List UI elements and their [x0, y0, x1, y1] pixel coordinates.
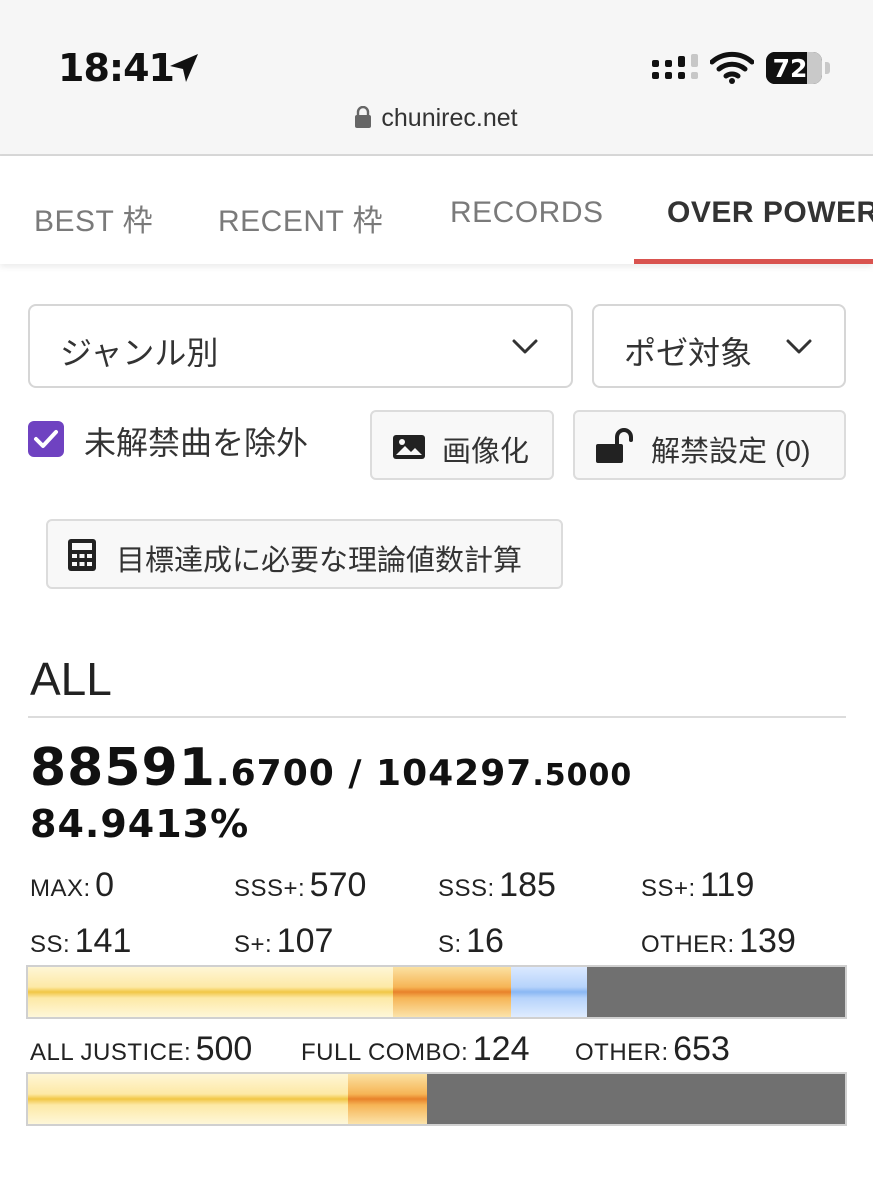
score-percent: 84.9413% — [30, 802, 250, 846]
status-time: 18:41 — [58, 46, 175, 90]
tab-over-power[interactable]: OVER POWER — [667, 196, 873, 230]
score-separator: / — [334, 753, 377, 794]
active-tab-indicator — [634, 259, 873, 264]
rank-count-s: S: 16 — [438, 922, 504, 960]
url-text: chunirec.net — [381, 104, 518, 132]
rank-count-s-plus: S+: 107 — [234, 922, 334, 960]
tab-records[interactable]: RECORDS — [450, 196, 604, 230]
theory-calc-label: 目標達成に必要な理論値数計算 — [116, 545, 523, 577]
export-image-button[interactable]: 画像化 — [370, 410, 554, 480]
target-select-value: ポゼ対象 — [624, 335, 753, 371]
rank-distribution-bar — [26, 965, 847, 1019]
combo-count-full-combo: FULL COMBO: 124 — [301, 1030, 530, 1068]
theory-calc-button[interactable]: 目標達成に必要な理論値数計算 — [46, 519, 563, 589]
unlock-settings-label: 解禁設定 (0) — [651, 436, 811, 468]
tab-best[interactable]: BEST 枠 — [34, 196, 153, 240]
rank-count-sss: SSS: 185 — [438, 866, 556, 904]
combo-bar-other — [427, 1074, 845, 1124]
chevron-down-icon — [786, 339, 812, 354]
combo-count-all-justice: ALL JUSTICE: 500 — [30, 1030, 253, 1068]
exclude-locked-label[interactable]: 未解禁曲を除外 — [84, 418, 308, 464]
combo-bar-all-justice — [28, 1074, 348, 1124]
location-arrow-icon — [170, 54, 198, 82]
export-image-label: 画像化 — [442, 436, 530, 468]
unlock-icon — [596, 428, 633, 463]
cellular-signal-icon — [652, 54, 698, 79]
rank-bar-s — [745, 967, 757, 1017]
rank-count-ss-plus: SS+: 119 — [641, 866, 755, 904]
genre-select[interactable]: ジャンル別 — [28, 304, 573, 388]
rank-bar-other — [756, 967, 845, 1017]
image-icon — [393, 435, 425, 459]
rank-count-sss-plus: SSS+: 570 — [234, 866, 367, 904]
divider — [28, 716, 846, 718]
section-title: ALL — [30, 653, 112, 705]
rank-bar-s-plus — [677, 967, 746, 1017]
rank-bar-sss-plus — [28, 967, 393, 1017]
combo-distribution-bar — [26, 1072, 847, 1126]
combo-count-other: OTHER: 653 — [575, 1030, 730, 1068]
tab-recent[interactable]: RECENT 枠 — [218, 196, 383, 240]
max-integer: 104297 — [376, 753, 533, 794]
genre-select-value: ジャンル別 — [60, 335, 219, 371]
tab-bar: BEST 枠 RECENT 枠 RECORDS OVER POWER — [0, 156, 873, 264]
rank-count-other: OTHER: 139 — [641, 922, 796, 960]
browser-top-bar: 18:41 72 chunirec.net — [0, 0, 873, 156]
combo-bar-full-combo — [347, 1074, 428, 1124]
rank-bar-ss — [587, 967, 678, 1017]
target-select[interactable]: ポゼ対象 — [592, 304, 846, 388]
score-fraction: .6700 — [215, 753, 335, 794]
rank-bar-ss-plus — [511, 967, 588, 1017]
rank-count-max: MAX: 0 — [30, 866, 115, 904]
battery-level: 72 — [772, 54, 808, 83]
lock-icon — [355, 106, 372, 128]
rank-count-ss: SS: 141 — [30, 922, 132, 960]
unlock-settings-button[interactable]: 解禁設定 (0) — [573, 410, 846, 480]
score-integer: 88591 — [30, 738, 216, 798]
calculator-icon — [68, 539, 96, 571]
exclude-locked-checkbox[interactable] — [28, 421, 64, 457]
chevron-down-icon — [512, 339, 538, 354]
address-bar[interactable]: chunirec.net — [0, 104, 873, 133]
battery-icon: 72 — [766, 52, 822, 84]
rank-bar-sss — [392, 967, 512, 1017]
checkmark-icon — [34, 430, 58, 448]
max-fraction: .5000 — [532, 758, 633, 793]
wifi-icon — [710, 51, 754, 84]
over-power-score: 88591.6700 / 104297.5000 — [30, 738, 632, 798]
